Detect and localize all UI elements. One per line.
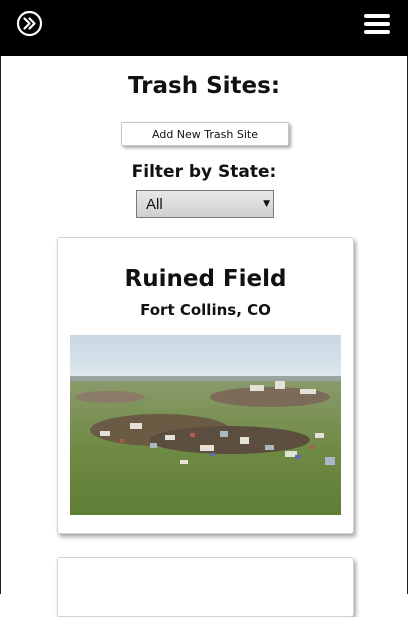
top-nav-bar bbox=[0, 0, 408, 56]
dropdown-arrow-icon: ▼ bbox=[263, 199, 270, 209]
site-name: Ruined Field bbox=[124, 266, 287, 292]
trash-site-card[interactable] bbox=[57, 557, 354, 617]
circled-double-chevron-icon[interactable] bbox=[16, 10, 43, 37]
page-border-left bbox=[0, 56, 1, 594]
page-title: Trash Sites: bbox=[127, 73, 281, 99]
state-filter-value: All bbox=[146, 196, 163, 213]
state-filter-select[interactable]: All ▼ bbox=[136, 190, 274, 218]
menu-bar bbox=[364, 30, 390, 34]
hamburger-menu-icon[interactable] bbox=[364, 14, 393, 38]
menu-bar bbox=[364, 22, 390, 26]
filter-by-state-label: Filter by State: bbox=[131, 162, 277, 182]
add-trash-site-button[interactable]: Add New Trash Site bbox=[121, 122, 289, 146]
menu-bar bbox=[364, 14, 390, 18]
trash-site-card[interactable]: Ruined Field Fort Collins, CO bbox=[57, 237, 354, 534]
site-photo bbox=[70, 335, 341, 515]
site-location: Fort Collins, CO bbox=[140, 301, 271, 319]
